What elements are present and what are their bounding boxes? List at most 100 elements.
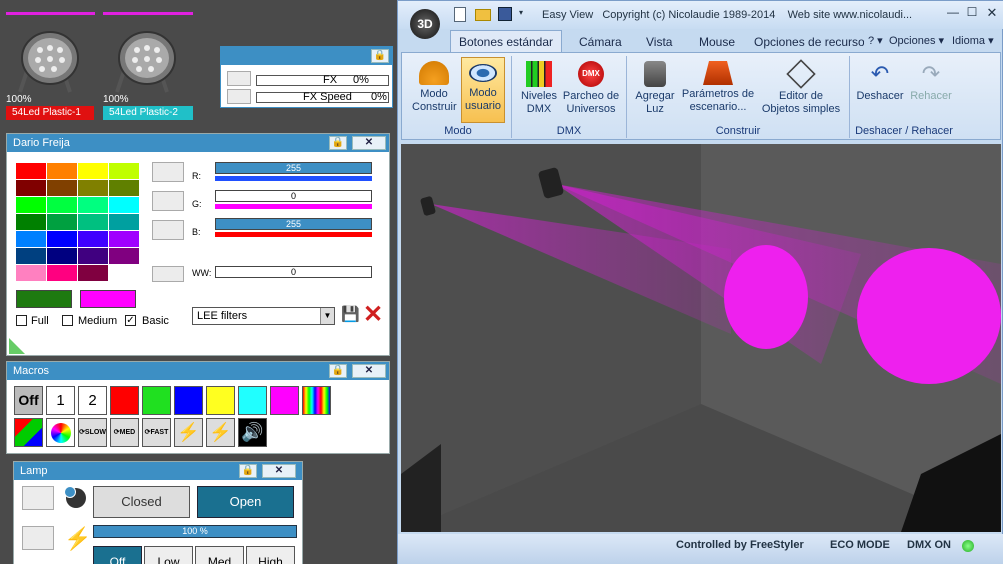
fx-speed-button[interactable] <box>227 89 251 104</box>
niveles-dmx-button[interactable]: Niveles DMX <box>516 59 562 123</box>
palette-swatch[interactable] <box>78 231 108 247</box>
sound-icon[interactable]: 🔊 <box>238 418 267 447</box>
parcheo-button[interactable]: DMX Parcheo de Universos <box>560 59 622 123</box>
new-file-icon[interactable] <box>454 7 466 22</box>
tab-vista[interactable]: Vista <box>646 35 672 49</box>
b-button[interactable] <box>152 220 184 240</box>
macro-off-button[interactable]: Off <box>14 386 43 415</box>
target-color-swatch[interactable] <box>80 290 136 308</box>
b-slider[interactable]: 255 <box>215 218 372 230</box>
palette-swatch[interactable] <box>16 197 46 213</box>
palette-swatch[interactable] <box>16 214 46 230</box>
open-button[interactable]: Open <box>197 486 294 518</box>
tab-mouse[interactable]: Mouse <box>699 35 735 49</box>
ww-slider[interactable]: 0 <box>215 266 372 278</box>
palette-swatch[interactable] <box>47 180 77 196</box>
open-folder-icon[interactable] <box>475 9 491 21</box>
filter-select[interactable]: LEE filters ▼ <box>192 307 335 325</box>
palette-swatch[interactable] <box>78 180 108 196</box>
r-button[interactable] <box>152 162 184 182</box>
chevron-down-icon[interactable]: ▼ <box>320 308 334 324</box>
tab-camara[interactable]: Cámara <box>579 35 622 49</box>
macro-green-button[interactable] <box>142 386 171 415</box>
palette-swatch[interactable] <box>47 163 77 179</box>
lock-icon[interactable]: 🔒 <box>239 464 257 478</box>
lock-icon[interactable]: 🔒 <box>371 49 389 63</box>
lock-icon[interactable]: 🔒 <box>329 364 347 378</box>
macro-magenta-button[interactable] <box>270 386 299 415</box>
tab-opciones-recursos[interactable]: Opciones de recursos <box>754 35 864 49</box>
palette-swatch[interactable] <box>109 214 139 230</box>
r-slider[interactable]: 255 <box>215 162 372 174</box>
lamp-level-button[interactable] <box>22 526 54 550</box>
palette-swatch[interactable] <box>78 214 108 230</box>
g-slider[interactable]: 0 <box>215 190 372 202</box>
macro-red-button[interactable] <box>110 386 139 415</box>
fx-speed-slider[interactable]: FX Speed 0% <box>256 92 389 103</box>
close-icon[interactable]: ✕ <box>352 136 386 150</box>
palette-swatch[interactable] <box>47 248 77 264</box>
palette-swatch[interactable] <box>109 231 139 247</box>
quick-access-dropdown-icon[interactable]: ▾ <box>519 8 523 17</box>
speed-med-icon[interactable]: ⟳MED <box>110 418 139 447</box>
lamp-low-button[interactable]: Low <box>144 546 193 564</box>
rehacer-button[interactable]: ↷ Rehacer <box>906 59 956 123</box>
fixture-1[interactable]: 100% 54Led Plastic-1 <box>6 12 96 122</box>
palette-swatch[interactable] <box>78 248 108 264</box>
help-menu[interactable]: ? ▾ <box>868 34 883 47</box>
modo-usuario-button[interactable]: Modo usuario <box>461 57 505 123</box>
shutter-button[interactable] <box>22 486 54 510</box>
close-button[interactable]: ✕ <box>982 5 1002 23</box>
palette-swatch[interactable] <box>109 163 139 179</box>
tab-botones[interactable]: Botones estándar <box>450 30 562 53</box>
minimize-button[interactable]: — <box>943 5 963 23</box>
palette-swatch[interactable] <box>47 214 77 230</box>
ww-button[interactable] <box>152 266 184 282</box>
3d-viewport[interactable] <box>401 144 1001 532</box>
save-icon[interactable] <box>498 7 512 21</box>
speed-fast-icon[interactable]: ⟳FAST <box>142 418 171 447</box>
basic-checkbox[interactable]: ✓ <box>125 315 136 326</box>
full-checkbox[interactable] <box>16 315 27 326</box>
app-logo[interactable]: 3D <box>410 9 440 39</box>
modo-construir-button[interactable]: Modo Construir <box>412 59 457 123</box>
macro-rainbow-button[interactable] <box>302 386 331 415</box>
language-menu[interactable]: Idioma ▾ <box>952 34 994 47</box>
close-icon[interactable]: ✕ <box>352 364 386 378</box>
resize-grip-icon[interactable] <box>9 338 25 354</box>
macro-color-chase-icon[interactable] <box>14 418 43 447</box>
macro-yellow-button[interactable] <box>206 386 235 415</box>
palette-swatch[interactable] <box>47 197 77 213</box>
palette-swatch[interactable] <box>78 197 108 213</box>
fx-button[interactable] <box>227 71 251 86</box>
macro-cyan-button[interactable] <box>238 386 267 415</box>
macro-1-button[interactable]: 1 <box>46 386 75 415</box>
editor-objetos-button[interactable]: Editor de Objetos simples <box>756 59 846 123</box>
macro-color-wheel-icon[interactable] <box>46 418 75 447</box>
palette-swatch[interactable] <box>109 248 139 264</box>
maximize-button[interactable]: ☐ <box>962 5 982 23</box>
palette-swatch[interactable] <box>109 265 139 281</box>
macro-blue-button[interactable] <box>174 386 203 415</box>
palette-swatch[interactable] <box>109 197 139 213</box>
palette-swatch[interactable] <box>16 180 46 196</box>
fx-slider[interactable]: FX 0% <box>256 75 389 86</box>
palette-swatch[interactable] <box>16 163 46 179</box>
close-icon[interactable]: ✕ <box>262 464 296 478</box>
palette-swatch[interactable] <box>47 231 77 247</box>
palette-swatch[interactable] <box>109 180 139 196</box>
g-button[interactable] <box>152 191 184 211</box>
fixture-2[interactable]: 100% 54Led Plastic-2 <box>103 12 195 122</box>
medium-checkbox[interactable] <box>62 315 73 326</box>
parametros-button[interactable]: Parámetros de escenario... <box>678 59 758 123</box>
lamp-med-button[interactable]: Med <box>195 546 244 564</box>
lock-icon[interactable]: 🔒 <box>329 136 347 150</box>
palette-swatch[interactable] <box>78 265 108 281</box>
macro-2-button[interactable]: 2 <box>78 386 107 415</box>
palette-swatch[interactable] <box>78 163 108 179</box>
palette-swatch[interactable] <box>16 248 46 264</box>
save-icon[interactable]: 💾 <box>341 307 360 325</box>
deshacer-button[interactable]: ↶ Deshacer <box>854 59 906 123</box>
palette-swatch[interactable] <box>16 265 46 281</box>
lamp-off-button[interactable]: Off <box>93 546 142 564</box>
